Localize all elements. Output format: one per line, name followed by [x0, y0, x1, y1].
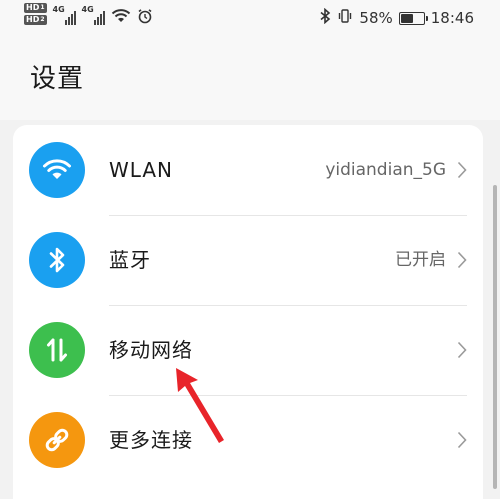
- clock: 18:46: [430, 9, 474, 27]
- chevron-right-icon: [457, 431, 467, 453]
- status-left: HD 1 HD 2 4G 4G: [24, 3, 159, 28]
- chevron-right-icon: [457, 251, 467, 273]
- list-item-wlan[interactable]: WLAN yidiandian_5G: [13, 125, 483, 215]
- status-right: 58% 18:46: [319, 7, 474, 28]
- hd-sub-1: 1: [40, 4, 45, 11]
- bluetooth-label: 蓝牙: [109, 248, 151, 272]
- list-item-mobile-network[interactable]: 移动网络: [13, 305, 483, 395]
- battery-fill: [400, 13, 413, 23]
- wifi-icon: [29, 142, 85, 198]
- hd-text-2: HD: [26, 15, 40, 24]
- hd-sub-2: 2: [40, 16, 45, 23]
- mobile-data-icon: [29, 322, 85, 378]
- chevron-right-icon: [457, 161, 467, 183]
- network-type-1: 4G: [52, 5, 65, 14]
- list-item-more-connections[interactable]: 更多连接: [13, 395, 483, 485]
- signal-icon: 4G: [52, 5, 76, 25]
- bluetooth-icon: [319, 7, 331, 28]
- battery-percent: 58%: [359, 9, 393, 27]
- hd-text-1: HD: [26, 3, 40, 12]
- wlan-value: yidiandian_5G: [325, 160, 446, 180]
- page-title: 设置: [30, 64, 85, 94]
- scrollbar[interactable]: [493, 185, 497, 489]
- list-item-bluetooth[interactable]: 蓝牙 已开启: [13, 215, 483, 305]
- vibrate-icon: [337, 8, 353, 28]
- chevron-right-icon: [457, 341, 467, 363]
- hd-icon: HD 1 HD 2: [24, 3, 47, 25]
- wlan-label: WLAN: [109, 158, 174, 182]
- status-bar: HD 1 HD 2 4G 4G 58% 18:46: [0, 0, 500, 36]
- hd-badge-1: HD 1: [24, 3, 47, 13]
- wifi-icon: [111, 8, 131, 28]
- header: 设置: [0, 36, 500, 120]
- network-type-2: 4G: [81, 5, 94, 14]
- bluetooth-value: 已开启: [395, 250, 446, 270]
- signal-icon: 4G: [81, 5, 105, 25]
- annotation-arrow-icon: [172, 366, 232, 450]
- battery-icon: [398, 11, 428, 25]
- bluetooth-icon: [29, 232, 85, 288]
- link-icon: [29, 412, 85, 468]
- alarm-icon: [137, 8, 153, 28]
- settings-list: WLAN yidiandian_5G 蓝牙 已开启 移动网络 更多连接: [13, 125, 483, 499]
- hd-badge-2: HD 2: [24, 15, 47, 25]
